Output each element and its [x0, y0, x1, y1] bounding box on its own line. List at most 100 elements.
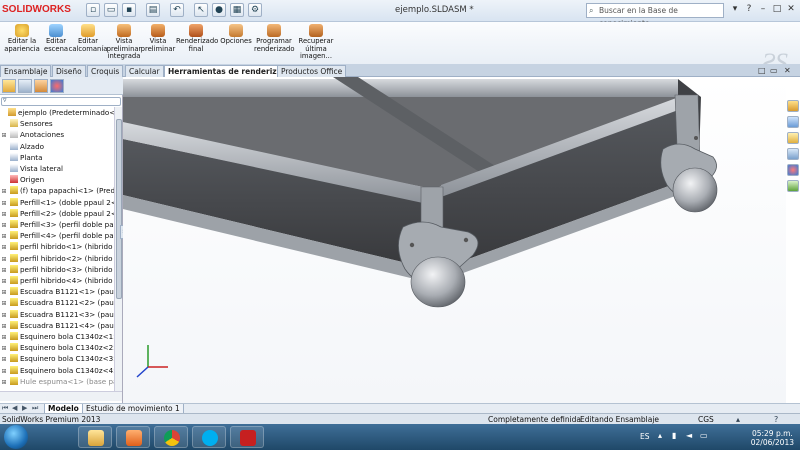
- tree-item[interactable]: ⊞ Esquinero bola C1340z<4>: [0, 365, 114, 376]
- scrollbar-thumb[interactable]: [116, 119, 122, 299]
- taskbar-windows-explorer[interactable]: [78, 426, 112, 448]
- property-manager-tab-icon[interactable]: [18, 79, 32, 93]
- recall-last-image-button[interactable]: Recuperar última imagen...: [296, 24, 336, 61]
- tree-filter-input[interactable]: ▿: [1, 96, 121, 106]
- tree-item[interactable]: ⊞ perfil hibrido<1> (hibrido: [0, 241, 114, 252]
- tree-item[interactable]: ⊞ perfil hibrido<2> (hibrido: [0, 253, 114, 264]
- viewport-minimize-icon[interactable]: □: [758, 66, 766, 75]
- network-icon[interactable]: ▮: [672, 431, 676, 440]
- tree-item[interactable]: Vista lateral: [0, 163, 114, 174]
- knowledge-base-search-input[interactable]: ⌕ Buscar en la Base de conocimiento: [586, 3, 724, 28]
- next-tab-icon[interactable]: ▶: [22, 404, 27, 412]
- windows-start-button[interactable]: [4, 425, 28, 449]
- tree-item[interactable]: ⊞ Perfill<2> (doble ppaul 2<: [0, 208, 114, 219]
- graphics-viewport[interactable]: ⊕ ⊙ ⟲ ◧ ◈ ◼ ◐ ● ▦ ▣: [123, 77, 786, 403]
- system-clock[interactable]: 05:29 p.m. 02/06/2013: [751, 429, 794, 447]
- tree-expand-icon[interactable]: ⊞: [0, 366, 8, 376]
- undo-icon[interactable]: ↶: [170, 3, 184, 17]
- tree-item[interactable]: ⊞ Perfill<1> (doble ppaul 2<: [0, 197, 114, 208]
- design-library-icon[interactable]: [787, 116, 799, 128]
- configuration-manager-tab-icon[interactable]: [34, 79, 48, 93]
- tree-item[interactable]: ⊞ Esquinero bola C1340z<2>: [0, 342, 114, 353]
- viewport-restore-icon[interactable]: ▭: [770, 66, 778, 75]
- first-tab-icon[interactable]: ⏮: [2, 404, 8, 413]
- view-palette-icon[interactable]: [787, 148, 799, 160]
- tree-vertical-scrollbar[interactable]: [114, 107, 122, 391]
- tree-item[interactable]: ⊞ Perfill<4> (perfil doble pa: [0, 230, 114, 241]
- tree-item[interactable]: ⊞ Perfill<3> (perfil doble pa: [0, 219, 114, 230]
- final-render-button[interactable]: Renderizado final: [176, 24, 218, 53]
- select-cursor-icon[interactable]: ↖: [194, 3, 208, 17]
- save-icon[interactable]: ▪: [122, 3, 136, 17]
- battery-icon[interactable]: ▭: [700, 431, 708, 440]
- prev-tab-icon[interactable]: ◀: [12, 404, 17, 412]
- taskbar-chrome[interactable]: [154, 426, 188, 448]
- tab-ensamblaje[interactable]: Ensamblaje: [0, 65, 52, 77]
- feature-tree-tab-icon[interactable]: [2, 79, 16, 93]
- tree-expand-icon[interactable]: ⊞: [0, 298, 8, 308]
- volume-icon[interactable]: ◄: [686, 431, 692, 440]
- taskbar-media-player[interactable]: [116, 426, 150, 448]
- tree-expand-icon[interactable]: ⊞: [0, 186, 8, 196]
- language-indicator[interactable]: ES: [640, 432, 650, 441]
- tree-expand-icon[interactable]: ⊞: [0, 265, 8, 275]
- options-button[interactable]: Opciones: [216, 24, 256, 46]
- schedule-render-button[interactable]: Programar renderizado: [254, 24, 295, 53]
- tree-expand-icon[interactable]: ⊞: [0, 310, 8, 320]
- taskbar-solidworks[interactable]: [230, 426, 264, 448]
- last-tab-icon[interactable]: ⏭: [32, 404, 38, 413]
- tree-item[interactable]: ⊞ Escuadra B1121<2> (paul-: [0, 297, 114, 308]
- file-explorer-icon[interactable]: [787, 132, 799, 144]
- options-gear-icon[interactable]: ⚙: [248, 3, 262, 17]
- tree-item[interactable]: ⊞ Escuadra B1121<4> (paul-: [0, 320, 114, 331]
- tree-expand-icon[interactable]: ⊞: [0, 220, 8, 230]
- tab-productos-office[interactable]: Productos Office: [277, 65, 347, 77]
- maximize-icon[interactable]: □: [770, 3, 784, 17]
- tab-calcular[interactable]: Calcular: [125, 65, 164, 77]
- tree-item[interactable]: ⊞ Esquinero bola C1340z<1>: [0, 331, 114, 342]
- viewport-close-icon[interactable]: ✕: [784, 66, 791, 75]
- print-icon[interactable]: ▤: [146, 3, 160, 17]
- custom-properties-icon[interactable]: [787, 180, 799, 192]
- taskbar-skype[interactable]: [192, 426, 226, 448]
- display-manager-tab-icon[interactable]: [50, 79, 64, 93]
- traffic-light-rebuild-icon[interactable]: ●: [212, 3, 226, 17]
- tree-horizontal-scrollbar[interactable]: [0, 391, 122, 401]
- assembly-model[interactable]: [123, 77, 786, 403]
- tree-item[interactable]: Planta: [0, 152, 114, 163]
- tree-expand-icon[interactable]: ⊞: [0, 321, 8, 331]
- tree-item[interactable]: ⊞ perfil hibrido<3> (hibrido: [0, 264, 114, 275]
- minimize-icon[interactable]: –: [756, 3, 770, 17]
- appearances-scenes-icon[interactable]: [787, 164, 799, 176]
- solidworks-resources-icon[interactable]: [787, 100, 799, 112]
- file-properties-icon[interactable]: ▦: [230, 3, 244, 17]
- tree-item[interactable]: ⊞ Anotaciones: [0, 129, 114, 140]
- tree-expand-icon[interactable]: ⊞: [0, 209, 8, 219]
- tree-expand-icon[interactable]: ⊞: [0, 242, 8, 252]
- tree-item[interactable]: ⊞ Escuadra B1121<3> (paul-: [0, 309, 114, 320]
- tree-item[interactable]: ejemplo (Predeterminado<Es: [0, 107, 114, 118]
- tree-item[interactable]: ⊞ Esquinero bola C1340z<3>: [0, 353, 114, 364]
- tab-croquis[interactable]: Croquis: [87, 65, 124, 77]
- preview-window-button[interactable]: Vista preliminar: [138, 24, 178, 53]
- tree-item[interactable]: ⊞ Hule espuma<1> (base pa: [0, 376, 114, 387]
- open-folder-icon[interactable]: ▭: [104, 3, 118, 17]
- tree-item[interactable]: ⊞ perfil hibrido<4> (hibrido: [0, 275, 114, 286]
- tree-expand-icon[interactable]: ⊞: [0, 276, 8, 286]
- tree-expand-icon[interactable]: ⊞: [0, 343, 8, 353]
- tree-expand-icon[interactable]: ⊞: [0, 198, 8, 208]
- search-dropdown-icon[interactable]: ▾: [728, 3, 742, 17]
- tree-expand-icon[interactable]: ⊞: [0, 231, 8, 241]
- tree-expand-icon[interactable]: ⊞: [0, 377, 8, 387]
- tree-item[interactable]: Alzado: [0, 141, 114, 152]
- tab-diseno[interactable]: Diseño: [52, 65, 86, 77]
- tree-item[interactable]: Sensores: [0, 118, 114, 129]
- edit-decal-button[interactable]: Editar calcomanía: [68, 24, 108, 53]
- tree-expand-icon[interactable]: ⊞: [0, 130, 8, 140]
- tree-item[interactable]: Origen: [0, 174, 114, 185]
- tree-item[interactable]: ⊞ (f) tapa papachi<1> (Pred: [0, 185, 114, 196]
- tree-expand-icon[interactable]: ⊞: [0, 332, 8, 342]
- tree-item[interactable]: ⊞ Escuadra B1121<1> (paul-: [0, 286, 114, 297]
- new-document-icon[interactable]: ▫: [86, 3, 100, 17]
- tray-expand-icon[interactable]: ▴: [658, 431, 662, 440]
